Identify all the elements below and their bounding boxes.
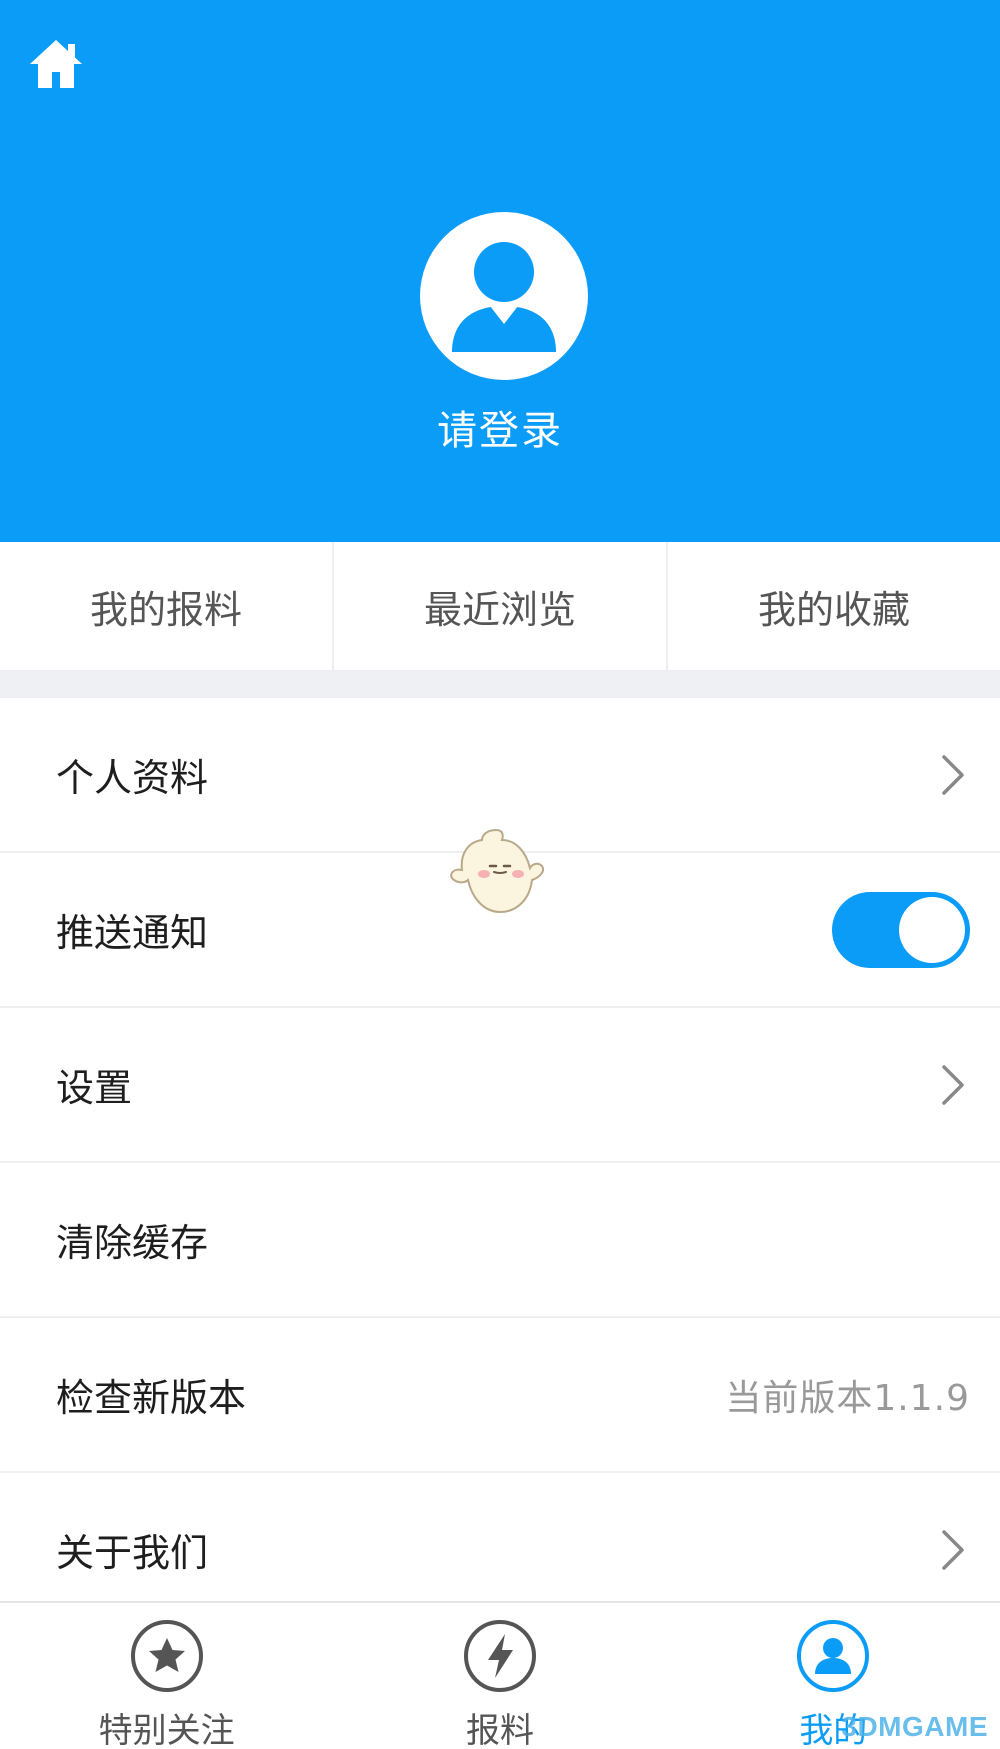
tab-special-follow[interactable]: 特别关注	[0, 1603, 333, 1749]
profile-header: 请登录	[0, 0, 1000, 542]
toggle-knob	[899, 896, 965, 963]
menu-item-clear-cache[interactable]: 清除缓存	[0, 1163, 1000, 1318]
menu-item-label: 设置	[56, 1066, 133, 1110]
login-prompt[interactable]: 请登录	[0, 398, 1000, 456]
menu-item-profile[interactable]: 个人资料	[0, 698, 1000, 853]
menu-item-label: 推送通知	[56, 911, 209, 955]
menu-item-label: 检查新版本	[56, 1376, 247, 1420]
lightning-icon	[463, 1620, 536, 1692]
chevron-right-icon	[942, 1529, 964, 1570]
avatar[interactable]	[420, 212, 588, 380]
menu-item-push-notification: 推送通知	[0, 853, 1000, 1008]
menu-item-label: 关于我们	[56, 1531, 209, 1575]
tab-label: 我的	[799, 1711, 868, 1749]
menu-item-label: 个人资料	[56, 756, 209, 800]
user-avatar-icon	[452, 242, 556, 352]
bottom-tab-bar: 特别关注 报料 我的	[0, 1601, 1000, 1749]
menu-item-settings[interactable]: 设置	[0, 1008, 1000, 1163]
chevron-right-icon	[942, 754, 964, 795]
push-notification-toggle[interactable]	[832, 891, 970, 968]
tab-label: 特别关注	[98, 1711, 235, 1749]
tab-mine[interactable]: 我的	[667, 1603, 1000, 1749]
tab-recent-browsing[interactable]: 最近浏览	[332, 542, 666, 670]
menu-item-check-version[interactable]: 检查新版本 当前版本1.1.9	[0, 1318, 1000, 1473]
quick-tabs: 我的报料 最近浏览 我的收藏	[0, 542, 1000, 670]
tab-label: 报料	[465, 1711, 534, 1749]
tab-my-reports[interactable]: 我的报料	[0, 542, 332, 670]
chevron-right-icon	[942, 1064, 964, 1105]
home-button[interactable]	[26, 34, 86, 94]
settings-menu: 个人资料 推送通知 设置 清除缓存 检查新版本 当前版本1.1.9 关于我们	[0, 698, 1000, 1628]
user-icon	[797, 1620, 870, 1692]
current-version-text: 当前版本1.1.9	[725, 1377, 970, 1419]
tab-my-favorites[interactable]: 我的收藏	[666, 542, 1000, 670]
tab-report[interactable]: 报料	[333, 1603, 666, 1749]
home-icon	[30, 40, 82, 88]
section-divider	[0, 670, 1000, 698]
star-icon	[130, 1620, 203, 1692]
menu-item-label: 清除缓存	[56, 1221, 209, 1265]
